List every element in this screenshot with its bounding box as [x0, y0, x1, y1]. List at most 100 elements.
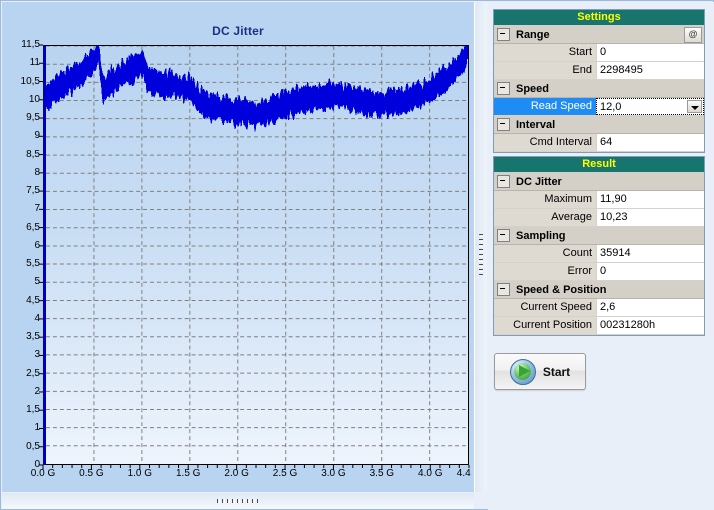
y-axis-tick-label: 6 [34, 239, 40, 251]
property-value[interactable]: 11,90 [596, 191, 704, 208]
property-value[interactable]: 0 [596, 263, 704, 280]
chart-y-axis-labels: 11,5 11 10,5 10 9,5 9 8,5 8 7,5 7 6,5 6 5,5 5 4,5 4 3,5 3… [2, 2, 40, 492]
group-label: Range [516, 28, 550, 41]
splitter-grip-icon [217, 499, 259, 503]
property-row-current-position[interactable]: Current Position 00231280h [494, 317, 704, 335]
property-row-current-speed[interactable]: Current Speed 2,6 [494, 299, 704, 317]
x-axis-tick-label: 0.0 G [30, 468, 56, 479]
collapse-icon[interactable] [497, 175, 510, 188]
group-label: Speed & Position [516, 283, 607, 296]
property-value[interactable]: 10,23 [596, 209, 704, 226]
property-value[interactable]: 2298495 [596, 62, 704, 79]
group-label: Sampling [516, 229, 566, 242]
y-axis-tick-label: 2 [34, 385, 40, 397]
property-row-start[interactable]: Start 0 [494, 44, 704, 62]
collapse-icon[interactable] [497, 229, 510, 242]
y-axis-tick-label: 6,5 [26, 221, 40, 233]
y-axis-tick-label: 8 [34, 166, 40, 178]
at-icon-button[interactable]: @ [684, 27, 702, 43]
y-axis-tick-label: 7 [34, 203, 40, 215]
splitter-grip-icon [479, 234, 483, 276]
property-row-error[interactable]: Error 0 [494, 263, 704, 281]
property-label: Count [494, 245, 596, 262]
collapse-icon[interactable] [497, 118, 510, 131]
property-value[interactable]: 64 [596, 134, 704, 151]
result-rows: DC Jitter Maximum 11,90 Average 10,23 Samplin… [494, 173, 704, 335]
y-axis-tick-label: 9,5 [26, 112, 40, 124]
property-row-end[interactable]: End 2298495 [494, 62, 704, 80]
property-label: Average [494, 209, 596, 226]
y-axis-tick-label: 11,5 [21, 39, 40, 50]
property-label: Current Speed [494, 299, 596, 316]
chart-x-axis-labels: 0.0 G 0.5 G 1.0 G 1.5 G 2.0 G 2.5 G 3.0 G 3.5 G… [2, 468, 474, 484]
x-axis-tick-label: 1.5 G [175, 468, 201, 479]
x-axis-tick-label: 0.5 G [79, 468, 104, 479]
start-button[interactable]: Start [494, 353, 586, 390]
result-panel: Result DC Jitter Maximum 11,90 Average 10,23… [493, 156, 705, 336]
collapse-icon[interactable] [497, 283, 510, 296]
x-axis-tick-label: 3.0 G [321, 468, 346, 479]
y-axis-tick-label: 10 [28, 93, 40, 105]
property-value[interactable]: 00231280h [596, 317, 704, 334]
y-axis-tick-label: 4 [34, 312, 40, 324]
y-axis-tick-label: 10,5 [20, 75, 40, 87]
y-axis-tick-label: 0,5 [26, 440, 40, 452]
y-axis-tick-label: 3,5 [26, 331, 40, 343]
y-axis-tick-label: 5 [34, 276, 40, 288]
group-row-speed-position[interactable]: Speed & Position [494, 281, 704, 299]
y-axis-tick-label: 4,5 [26, 294, 40, 306]
group-row-sampling[interactable]: Sampling [494, 227, 704, 245]
property-row-maximum[interactable]: Maximum 11,90 [494, 191, 704, 209]
settings-header: Settings [494, 10, 704, 26]
play-circle-icon [509, 358, 536, 385]
y-axis-tick-label: 1,5 [26, 404, 40, 416]
right-pane: Settings Range @ Start 0 End 2298495 Speed Read… [488, 2, 714, 510]
property-label: Start [494, 44, 596, 61]
application-window: DC Jitter 11,5 11 10,5 10 9,5 9 8,5 8 7,5 7 6,5 6 5,… [0, 0, 714, 510]
settings-rows: Range @ Start 0 End 2298495 Speed Read Speed 12,… [494, 26, 704, 152]
property-row-average[interactable]: Average 10,23 [494, 209, 704, 227]
vertical-splitter[interactable] [475, 2, 487, 492]
y-axis-tick-label: 2,5 [26, 367, 40, 379]
y-axis-tick-label: 8,5 [26, 148, 40, 160]
property-value[interactable]: 12,0 [596, 98, 704, 115]
property-label: End [494, 62, 596, 79]
property-value[interactable]: 35914 [596, 245, 704, 262]
property-row-count[interactable]: Count 35914 [494, 245, 704, 263]
horizontal-splitter[interactable] [2, 493, 474, 509]
y-axis-tick-label: 1 [34, 422, 40, 434]
x-axis-tick-label: 4.4 G [456, 468, 474, 479]
chevron-down-icon[interactable] [687, 100, 702, 113]
property-label: Current Position [494, 317, 596, 334]
y-axis-tick-label: 9 [34, 130, 40, 142]
property-value[interactable]: 2,6 [596, 299, 704, 316]
x-axis-tick-label: 1.0 G [127, 468, 153, 479]
chart-svg [46, 46, 468, 464]
property-value[interactable]: 0 [596, 44, 704, 61]
result-header: Result [494, 157, 704, 173]
y-axis-tick-label: 3 [34, 349, 40, 361]
settings-panel: Settings Range @ Start 0 End 2298495 Speed Read… [493, 9, 705, 153]
y-axis-tick-label: 5,5 [26, 258, 40, 270]
group-row-range[interactable]: Range @ [494, 26, 704, 44]
y-axis-tick-label: 11 [29, 57, 40, 69]
chart-title: DC Jitter [212, 24, 264, 38]
property-row-read-speed[interactable]: Read Speed 12,0 [494, 98, 704, 116]
x-axis-tick-label: 3.5 G [369, 468, 395, 479]
start-button-label: Start [542, 364, 571, 379]
property-label: Cmd Interval [494, 134, 596, 151]
collapse-icon[interactable] [497, 82, 510, 95]
x-axis-tick-label: 4.0 G [418, 468, 443, 479]
group-row-interval[interactable]: Interval [494, 116, 704, 134]
collapse-icon[interactable] [497, 28, 510, 41]
x-axis-tick-label: 2.0 G [224, 468, 249, 479]
property-row-cmd-interval[interactable]: Cmd Interval 64 [494, 134, 704, 152]
group-row-speed[interactable]: Speed [494, 80, 704, 98]
group-row-dc-jitter[interactable]: DC Jitter [494, 173, 704, 191]
x-axis-tick-label: 2.5 G [272, 468, 298, 479]
group-label: Speed [516, 82, 550, 95]
chart-plot-area[interactable] [43, 45, 469, 465]
y-axis-tick-label: 7,5 [26, 185, 40, 197]
chart-pane: DC Jitter 11,5 11 10,5 10 9,5 9 8,5 8 7,5 7 6,5 6 5,… [2, 2, 475, 492]
group-label: DC Jitter [516, 175, 562, 188]
